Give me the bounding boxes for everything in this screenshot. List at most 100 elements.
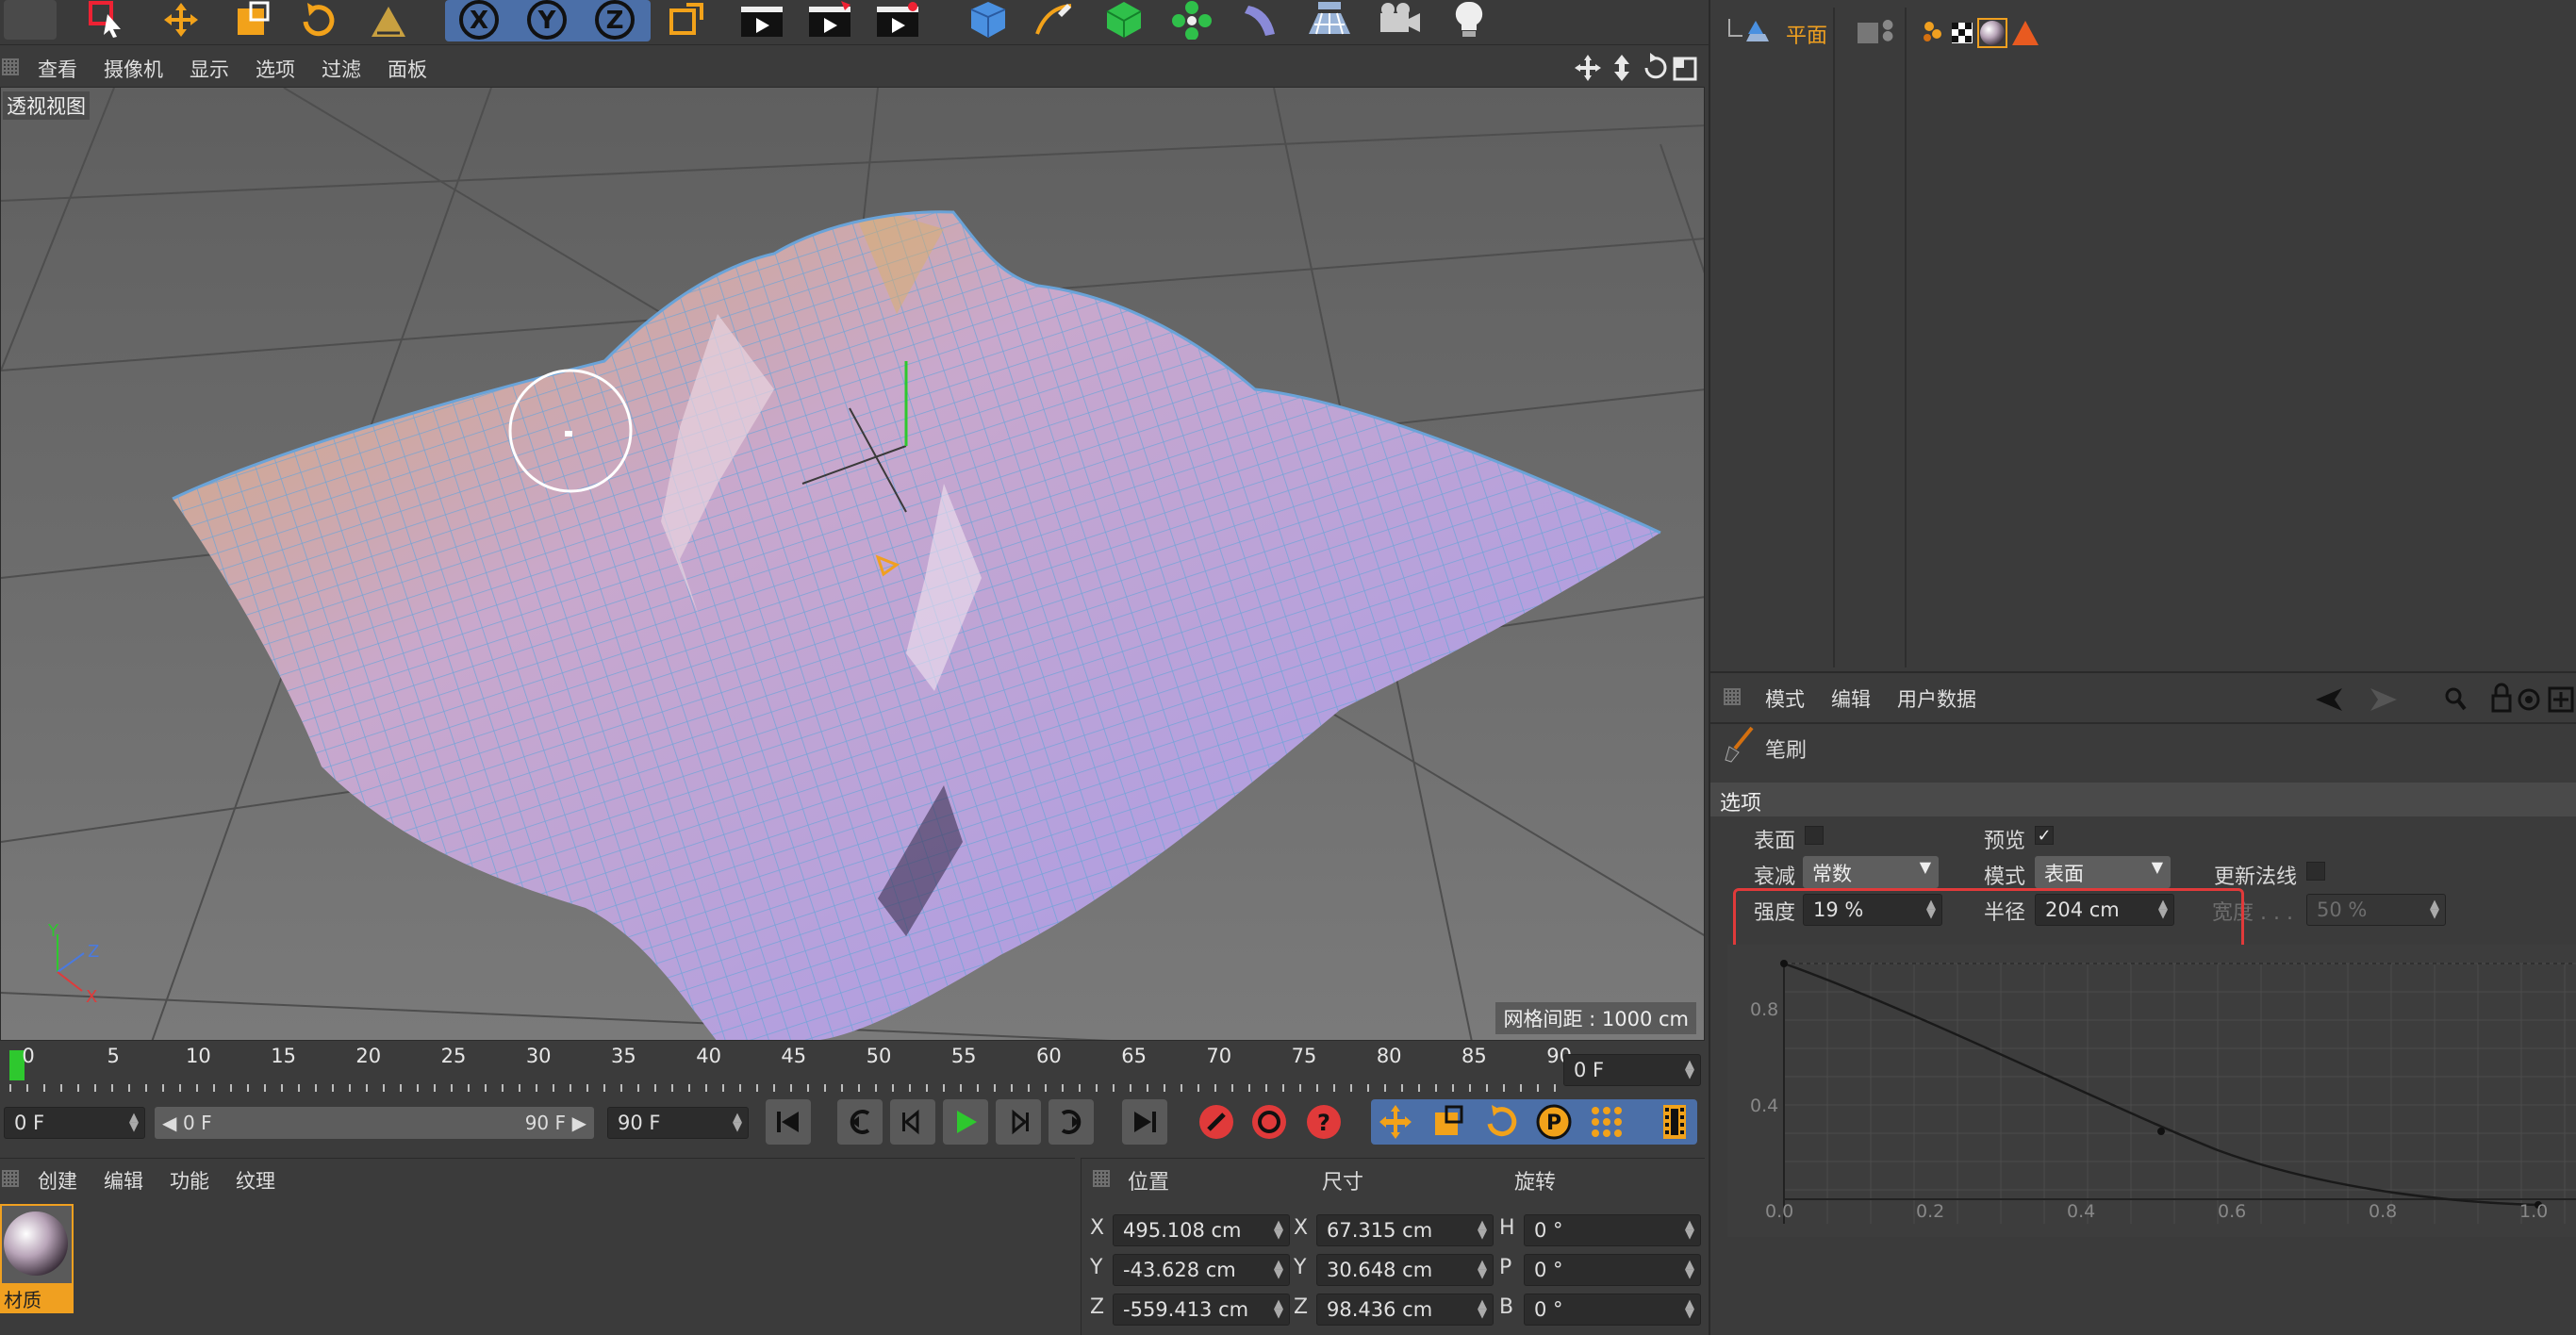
prev-key-icon[interactable] [837, 1099, 883, 1145]
menu-function[interactable]: 功能 [170, 1166, 209, 1195]
target-icon[interactable] [2518, 688, 2540, 711]
layer-toggle-icon[interactable] [1858, 23, 1878, 43]
world-coordinate-icon[interactable] [660, 0, 713, 40]
select-arrow-icon[interactable] [4, 0, 57, 40]
position-field[interactable]: -43.628 cm ▲ ▼ [1113, 1254, 1290, 1286]
go-to-end-icon[interactable] [1122, 1099, 1167, 1145]
falloff-curve[interactable] [1783, 962, 2539, 1207]
menu-tags[interactable]: 标签 [2027, 0, 2067, 4]
search-icon[interactable] [2445, 687, 2467, 711]
scale-icon[interactable] [226, 0, 279, 40]
axis-z-icon[interactable]: Z [588, 0, 641, 40]
timeline-tick-label: 5 [107, 1045, 120, 1067]
light-icon[interactable] [1443, 0, 1495, 40]
next-key-icon[interactable] [1049, 1099, 1094, 1145]
menu-view[interactable]: 查看 [38, 55, 77, 83]
pla-key-icon[interactable] [1584, 1099, 1629, 1145]
object-name-plane[interactable]: 平面 [1786, 19, 1827, 49]
phong-tag-icon[interactable] [1924, 22, 1941, 41]
menu-edit[interactable]: 编辑 [104, 1166, 143, 1195]
axis-y-icon[interactable]: Y [520, 0, 573, 40]
orbit-icon[interactable] [1644, 53, 1667, 79]
menu-filter[interactable]: 过滤 [322, 55, 361, 83]
end-frame-field[interactable]: 90 F ▲ ▼ [607, 1107, 749, 1139]
menu-bookmarks[interactable]: 书签 [2093, 0, 2133, 4]
frame-range-slider[interactable]: ◀ 0 F 90 F ▶ [155, 1107, 594, 1139]
falloff-dropdown[interactable]: 常数 ▼ [1803, 856, 1939, 888]
mode-dropdown[interactable]: 表面 ▼ [2035, 856, 2171, 888]
menu-options[interactable]: 选项 [256, 55, 295, 83]
cloner-icon[interactable] [1165, 0, 1218, 40]
preview-checkbox[interactable]: ✓ [2035, 826, 2054, 846]
deformer-icon[interactable] [1235, 0, 1288, 40]
material-swatch[interactable]: 材质 [0, 1204, 74, 1313]
prev-frame-icon[interactable] [890, 1099, 935, 1145]
rotation-field[interactable]: 0 ° ▲ ▼ [1524, 1214, 1701, 1246]
back-arrow-icon[interactable] [2316, 688, 2342, 711]
camera-icon[interactable] [1373, 0, 1426, 40]
visibility-dots-icon[interactable]: ● ● [1882, 18, 1893, 42]
cube-primitive-icon[interactable] [962, 0, 1015, 40]
menu-display[interactable]: 显示 [190, 55, 229, 83]
select-arrow-icon[interactable] [79, 0, 132, 40]
parameter-key-icon[interactable]: P [1531, 1099, 1577, 1145]
rotation-field[interactable]: 0 ° ▲ ▼ [1524, 1294, 1701, 1326]
axis-x-icon[interactable]: X [453, 0, 505, 40]
material-tag-icon[interactable] [1977, 18, 2007, 48]
record-icon[interactable] [1194, 1099, 1239, 1145]
start-frame-field[interactable]: 0 F ▲ ▼ [4, 1107, 145, 1139]
maximize-view-icon[interactable] [1673, 57, 1697, 81]
move-icon[interactable] [155, 0, 207, 40]
rotation-key-icon[interactable] [1478, 1099, 1524, 1145]
subdivision-surface-icon[interactable] [1098, 0, 1150, 40]
warning-tag-icon[interactable] [2012, 21, 2039, 45]
autokey-icon[interactable] [1247, 1099, 1292, 1145]
next-frame-icon[interactable] [996, 1099, 1041, 1145]
keyframe-selection-icon[interactable]: ? [1301, 1099, 1346, 1145]
pen-spline-icon[interactable] [1028, 0, 1081, 40]
position-key-icon[interactable] [1373, 1099, 1418, 1145]
timeline-window-icon[interactable] [1652, 1099, 1697, 1145]
menu-create[interactable]: 创建 [38, 1166, 77, 1195]
width-field[interactable]: 50 % ▲ ▼ [2306, 894, 2446, 926]
go-to-start-icon[interactable] [766, 1099, 811, 1145]
pan-icon[interactable] [1575, 55, 1601, 81]
menu-objects[interactable]: 对象 [1961, 0, 2001, 4]
texture-tag-icon[interactable] [1952, 23, 1973, 43]
render-settings-icon[interactable] [871, 0, 924, 40]
plane-object-icon [1728, 19, 1769, 41]
menu-edit-om[interactable]: 编辑 [1829, 0, 1869, 4]
render-picture-queue-icon[interactable] [803, 0, 856, 40]
current-frame-field[interactable]: 0 F ▲ ▼ [1563, 1054, 1701, 1086]
play-icon[interactable] [943, 1099, 988, 1145]
menu-edit-attr[interactable]: 编辑 [1831, 684, 1871, 713]
position-field[interactable]: -559.413 cm ▲ ▼ [1113, 1294, 1290, 1326]
update-normals-checkbox[interactable] [2306, 862, 2325, 881]
surface-checkbox[interactable] [1805, 826, 1824, 845]
menu-user-data[interactable]: 用户数据 [1897, 684, 1976, 713]
falloff-curve-graph[interactable]: 0.8 0.4 0.0 0.2 0.4 0.6 0.8 1.0 [1727, 945, 2576, 1237]
menu-cameras[interactable]: 摄像机 [104, 55, 163, 83]
menu-panel[interactable]: 面板 [388, 55, 427, 83]
size-field[interactable]: 67.315 cm ▲ ▼ [1316, 1214, 1494, 1246]
size-field[interactable]: 30.648 cm ▲ ▼ [1316, 1254, 1494, 1286]
rotation-field[interactable]: 0 ° ▲ ▼ [1524, 1254, 1701, 1286]
coordinate-system-icon[interactable] [362, 0, 415, 40]
lock-icon[interactable] [2491, 683, 2512, 713]
forward-arrow-icon[interactable] [2370, 688, 2397, 711]
rotate-icon[interactable] [292, 0, 345, 40]
scale-key-icon[interactable] [1426, 1099, 1471, 1145]
position-field[interactable]: 495.108 cm ▲ ▼ [1113, 1214, 1290, 1246]
timeline-ruler[interactable] [0, 1041, 1705, 1094]
size-field[interactable]: 98.436 cm ▲ ▼ [1316, 1294, 1494, 1326]
new-panel-icon[interactable] [2548, 686, 2574, 713]
floor-icon[interactable] [1303, 0, 1356, 40]
menu-file[interactable]: 文件 [1763, 0, 1803, 4]
perspective-viewport[interactable]: Y Z X 透视视图 网格间距 : 1000 cm [0, 87, 1705, 1041]
object-row-plane[interactable]: 平面 ● ● [1718, 17, 2567, 49]
menu-view-om[interactable]: 查看 [1895, 0, 1935, 4]
dolly-icon[interactable] [1614, 55, 1629, 81]
menu-texture[interactable]: 纹理 [236, 1166, 275, 1195]
render-view-icon[interactable] [735, 0, 788, 40]
menu-mode[interactable]: 模式 [1765, 684, 1805, 713]
